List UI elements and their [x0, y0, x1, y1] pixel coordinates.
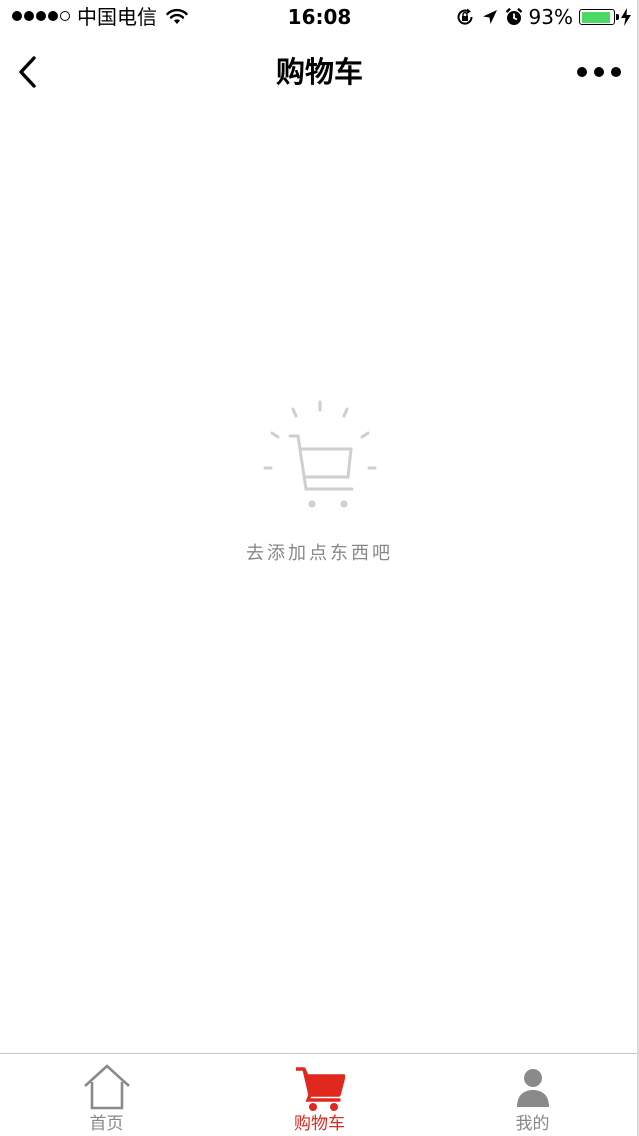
rotation-lock-icon	[457, 8, 473, 25]
alarm-icon	[505, 7, 522, 25]
home-icon	[83, 1064, 130, 1110]
tab-home[interactable]: 首页	[0, 1054, 213, 1136]
nav-bar: 购物车	[0, 36, 639, 108]
status-bar: 中国电信 16:08 93%	[0, 0, 639, 36]
page-title: 购物车	[275, 55, 363, 89]
status-right-group: 93%	[455, 5, 631, 29]
empty-cart-message: 去添加点东西吧	[246, 543, 393, 564]
battery-percent: 93%	[528, 5, 573, 29]
tab-cart[interactable]: 购物车	[213, 1054, 426, 1136]
tab-profile-label: 我的	[515, 1114, 550, 1134]
charging-bolt-icon	[621, 8, 631, 26]
more-dots-icon	[577, 67, 587, 77]
tab-home-label: 首页	[89, 1114, 124, 1134]
tab-cart-label: 购物车	[294, 1114, 345, 1134]
tab-profile[interactable]: 我的	[426, 1054, 639, 1136]
more-button[interactable]	[577, 60, 621, 84]
empty-cart-state: 去添加点东西吧	[0, 395, 639, 565]
battery-icon	[579, 9, 619, 25]
tab-bar: 首页 购物车 我的	[0, 1053, 639, 1136]
user-icon	[516, 1069, 549, 1107]
empty-cart-icon	[263, 400, 376, 508]
cart-icon	[295, 1067, 345, 1111]
location-arrow-icon	[482, 10, 497, 24]
